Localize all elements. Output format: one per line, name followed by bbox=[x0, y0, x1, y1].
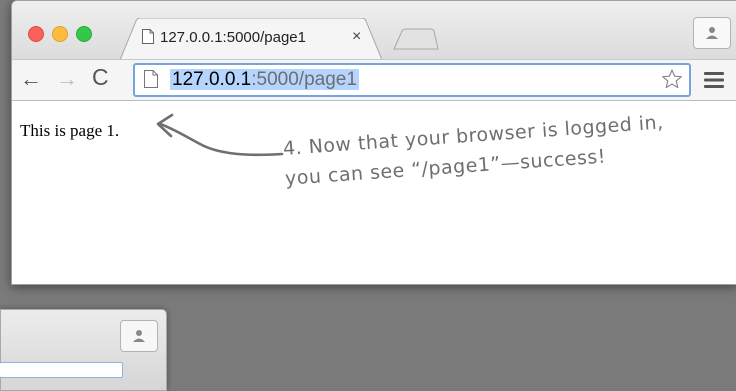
profile-icon bbox=[133, 330, 145, 342]
url-text[interactable]: 127.0.0.1:5000/page1 bbox=[170, 69, 359, 90]
url-host: 127.0.0.1 bbox=[172, 69, 252, 90]
tab-strip: 127.0.0.1:5000/page1 × bbox=[12, 1, 736, 60]
page-text: This is page 1. bbox=[20, 121, 120, 140]
url-path: :5000/page1 bbox=[251, 69, 357, 90]
annotation-arrow bbox=[156, 113, 284, 157]
tab-title: 127.0.0.1:5000/page1 bbox=[160, 29, 306, 46]
window-maximize-button[interactable] bbox=[76, 26, 92, 42]
reload-button[interactable]: C bbox=[92, 65, 109, 89]
background-profile-button[interactable] bbox=[120, 320, 158, 352]
star-icon[interactable] bbox=[661, 68, 683, 90]
tab-page1[interactable]: 127.0.0.1:5000/page1 × bbox=[120, 18, 382, 60]
new-tab-icon[interactable] bbox=[392, 28, 440, 50]
profile-button[interactable] bbox=[693, 17, 731, 49]
address-bar[interactable]: 127.0.0.1:5000/page1 bbox=[133, 63, 691, 97]
background-window bbox=[0, 309, 167, 391]
back-button[interactable]: ← bbox=[20, 67, 42, 91]
document-icon bbox=[144, 70, 158, 88]
document-icon bbox=[142, 29, 154, 44]
profile-icon bbox=[706, 27, 718, 39]
hamburger-menu-icon[interactable] bbox=[704, 72, 724, 88]
background-address-field[interactable] bbox=[0, 362, 123, 378]
tab-close-icon[interactable]: × bbox=[352, 28, 361, 46]
window-close-button[interactable] bbox=[28, 26, 44, 42]
forward-button[interactable]: → bbox=[56, 67, 78, 91]
window-minimize-button[interactable] bbox=[52, 26, 68, 42]
toolbar: ← → C 127.0.0.1:5000/page1 bbox=[12, 59, 736, 101]
